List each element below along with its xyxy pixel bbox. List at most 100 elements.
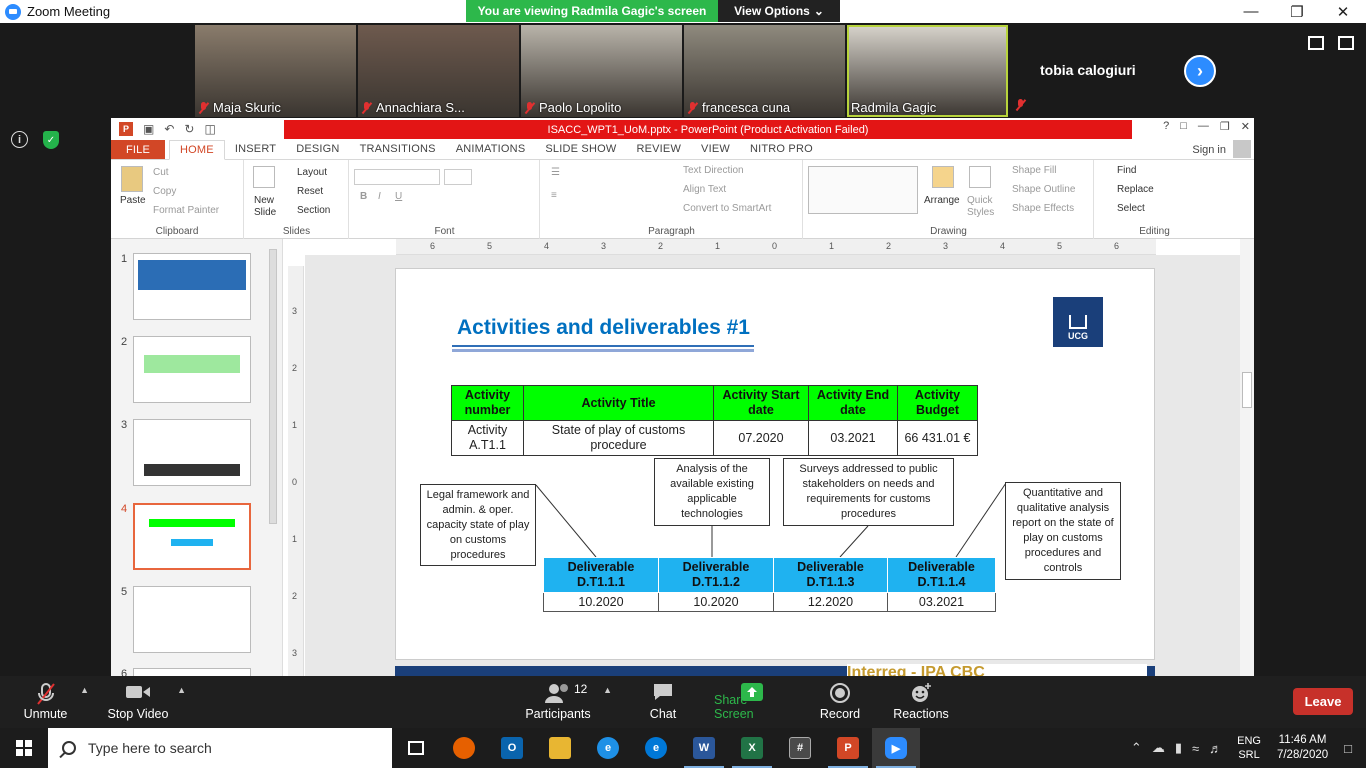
slide-thumbnail[interactable]	[133, 586, 251, 653]
close-icon[interactable]: ✕	[1320, 0, 1366, 23]
arrange-button[interactable]: Arrange	[924, 195, 960, 206]
participant-tile[interactable]: francesca cuna	[684, 25, 845, 117]
battery-icon[interactable]: ▮	[1175, 740, 1182, 756]
layout-button[interactable]: Layout	[297, 167, 327, 178]
shape-fill-button[interactable]: Shape Fill	[1012, 165, 1056, 176]
slide-thumbnail[interactable]	[133, 419, 251, 486]
taskbar-zoom[interactable]: ▶	[872, 728, 920, 768]
taskbar-word[interactable]: W	[680, 728, 728, 768]
tab-animations[interactable]: ANIMATIONS	[446, 143, 536, 159]
tab-slide-show[interactable]: SLIDE SHOW	[535, 143, 626, 159]
fullscreen-icon[interactable]	[1338, 36, 1354, 50]
convert-smartart-button[interactable]: Convert to SmartArt	[683, 203, 771, 214]
quick-styles-button[interactable]: Quick Styles	[967, 195, 997, 219]
underline-button[interactable]: U	[395, 191, 402, 202]
chevron-up-icon[interactable]: ▲	[603, 685, 612, 695]
restore-icon[interactable]: ❐	[1220, 120, 1230, 133]
tab-nitro-pro[interactable]: NITRO PRO	[740, 143, 823, 159]
find-button[interactable]: Find	[1117, 165, 1136, 176]
close-icon[interactable]: ✕	[1241, 120, 1250, 133]
start-slideshow-icon[interactable]: ◫	[204, 122, 215, 136]
stop-video-button[interactable]: ▲ Stop Video	[106, 676, 186, 728]
bold-button[interactable]: B	[360, 191, 367, 202]
select-button[interactable]: Select	[1117, 203, 1145, 214]
reset-button[interactable]: Reset	[297, 186, 323, 197]
minimize-icon[interactable]: —	[1198, 120, 1209, 133]
participant-name-text-only[interactable]: tobia calogiuri	[1040, 62, 1136, 78]
thumbnails-scrollbar[interactable]	[267, 239, 279, 676]
taskbar-edge[interactable]: e	[632, 728, 680, 768]
participant-tile-active-speaker[interactable]: Radmila Gagic	[847, 25, 1008, 117]
input-language[interactable]: ENG SRL	[1237, 734, 1261, 762]
tab-insert[interactable]: INSERT	[225, 143, 286, 159]
restore-icon[interactable]: ❐	[1274, 0, 1320, 23]
tab-view[interactable]: VIEW	[691, 143, 740, 159]
gallery-view-icon[interactable]	[1308, 36, 1324, 50]
security-shield-icon[interactable]: ✓	[43, 131, 59, 149]
slide[interactable]: Activities and deliverables #1 UCG Activ…	[395, 268, 1155, 660]
align-left-icon[interactable]: ≡	[551, 190, 557, 201]
taskbar-firefox[interactable]	[440, 728, 488, 768]
taskbar-powerpoint[interactable]: P	[824, 728, 872, 768]
view-options-button[interactable]: View Options ⌄	[718, 0, 840, 22]
taskbar-internet-explorer[interactable]: e	[584, 728, 632, 768]
align-text-button[interactable]: Align Text	[683, 184, 726, 195]
save-icon[interactable]: ▣	[143, 122, 154, 136]
minimize-icon[interactable]: —	[1228, 0, 1274, 23]
shapes-gallery[interactable]	[808, 166, 918, 214]
record-button[interactable]: Record	[818, 676, 862, 728]
taskbar-file-explorer[interactable]	[536, 728, 584, 768]
avatar[interactable]	[1233, 140, 1251, 158]
taskbar-outlook[interactable]: O	[488, 728, 536, 768]
chevron-up-icon[interactable]: ▲	[80, 685, 89, 695]
participant-tile[interactable]: Maja Skuric	[195, 25, 356, 117]
slide-thumbnail[interactable]	[133, 336, 251, 403]
taskbar-search-box[interactable]: Type here to search	[48, 728, 392, 768]
text-box[interactable]: Quantitative and qualitative analysis re…	[1005, 482, 1121, 580]
taskbar-calculator[interactable]: #	[776, 728, 824, 768]
slide-thumbnail[interactable]	[133, 668, 251, 676]
redo-icon[interactable]: ↻	[184, 122, 194, 136]
text-box[interactable]: Legal framework and admin. & oper. capac…	[420, 484, 536, 566]
taskbar-excel[interactable]: X	[728, 728, 776, 768]
meeting-info-icon[interactable]: i	[11, 131, 28, 148]
tab-transitions[interactable]: TRANSITIONS	[350, 143, 446, 159]
copy-button[interactable]: Copy	[153, 186, 176, 197]
tab-review[interactable]: REVIEW	[626, 143, 691, 159]
notifications-icon[interactable]: □	[1344, 741, 1352, 756]
sign-in-link[interactable]: Sign in	[1192, 144, 1226, 156]
participants-button[interactable]: 12 ▲ Participants	[524, 676, 612, 728]
format-painter-button[interactable]: Format Painter	[153, 205, 219, 216]
replace-button[interactable]: Replace	[1117, 184, 1154, 195]
bullets-icon[interactable]: ☰	[551, 167, 560, 178]
paste-button[interactable]: Paste	[120, 195, 146, 206]
next-page-arrow-icon[interactable]: ›	[1184, 55, 1216, 87]
slide-thumbnail-selected[interactable]	[133, 503, 251, 570]
help-icon[interactable]: ?	[1163, 120, 1169, 133]
chat-button[interactable]: Chat	[645, 676, 681, 728]
font-name-select[interactable]	[354, 169, 440, 185]
new-slide-button[interactable]: New Slide	[254, 195, 278, 219]
onedrive-cloud-icon[interactable]: ☁	[1152, 740, 1165, 756]
text-box[interactable]: Surveys addressed to public stakeholders…	[783, 458, 954, 526]
font-size-select[interactable]	[444, 169, 472, 185]
shape-effects-button[interactable]: Shape Effects	[1012, 203, 1074, 214]
undo-icon[interactable]: ↶	[164, 122, 174, 136]
unmute-button[interactable]: ▲ Unmute	[18, 676, 89, 728]
tab-file[interactable]: FILE	[111, 140, 166, 159]
participant-tile[interactable]: Paolo Lopolito	[521, 25, 682, 117]
chevron-up-icon[interactable]: ▲	[177, 685, 186, 695]
section-button[interactable]: Section	[297, 205, 330, 216]
ribbon-display-icon[interactable]: □	[1180, 120, 1187, 133]
leave-meeting-button[interactable]: Leave	[1293, 688, 1353, 715]
tab-design[interactable]: DESIGN	[286, 143, 349, 159]
wifi-icon[interactable]: ≈	[1192, 741, 1199, 756]
shape-outline-button[interactable]: Shape Outline	[1012, 184, 1075, 195]
clock[interactable]: 11:46 AM 7/28/2020	[1277, 733, 1328, 763]
chevron-up-icon[interactable]: ⌃	[1131, 740, 1142, 756]
text-direction-button[interactable]: Text Direction	[683, 165, 744, 176]
task-view-button[interactable]	[392, 728, 440, 768]
volume-icon[interactable]: ♬	[1209, 741, 1222, 756]
tab-home[interactable]: HOME	[169, 140, 225, 160]
participant-tile[interactable]: Annachiara S...	[358, 25, 519, 117]
